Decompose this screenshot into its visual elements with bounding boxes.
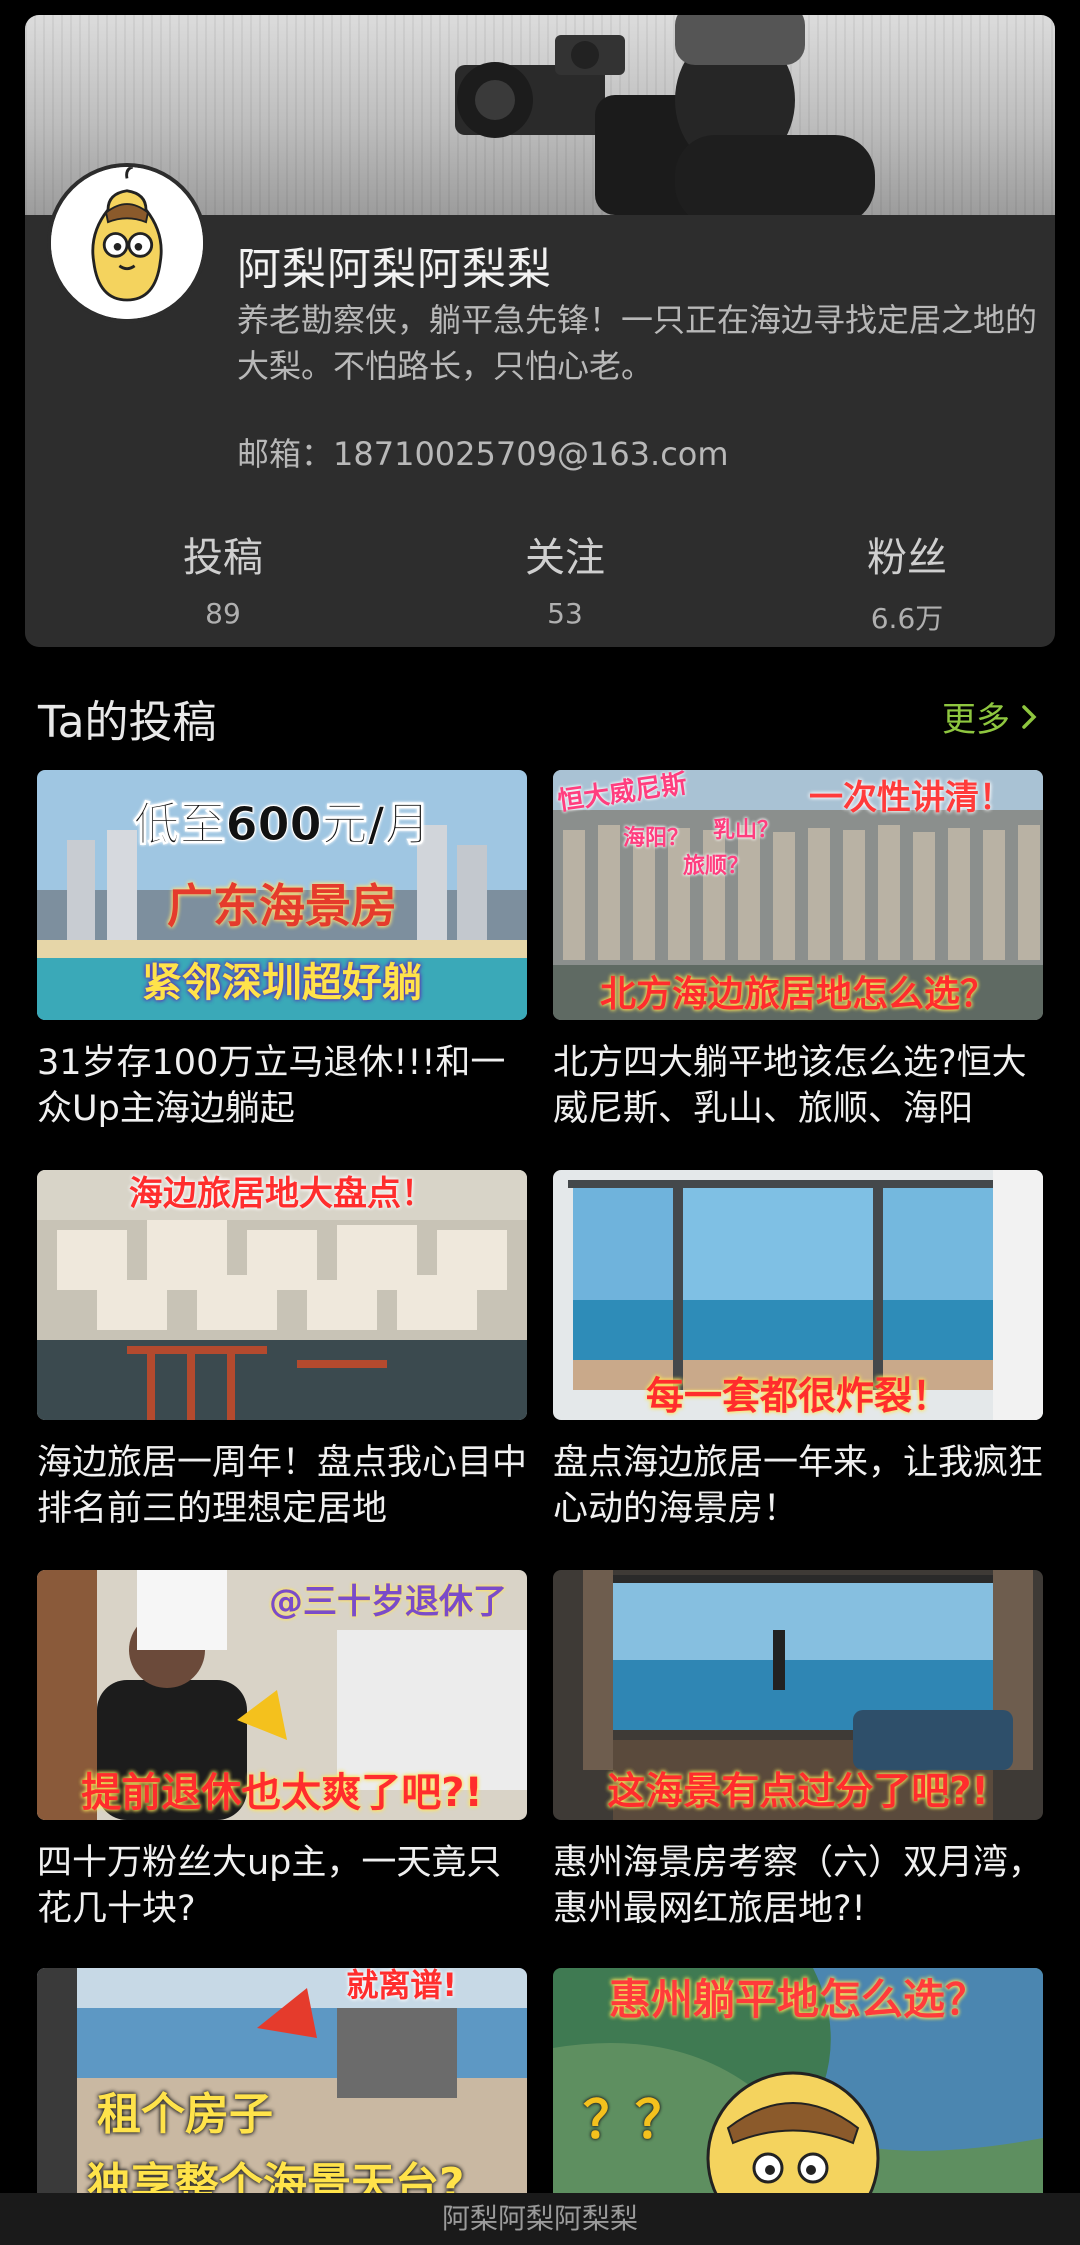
thumbnail-caption: 这海景有点过分了吧?! (607, 1769, 989, 1813)
thumbnail-caption: 海边旅居地大盘点！ (129, 1174, 435, 1214)
video-title: 北方四大躺平地该怎么选?恒大威尼斯、乳山、旅顺、海阳 (553, 1043, 1027, 1129)
bottom-bar: 阿梨阿梨阿梨梨 (0, 2193, 1080, 2245)
video-card[interactable]: 惠州躺平地怎么选？ ？？ (553, 1968, 1043, 2218)
video-card[interactable]: 恒大威尼斯 一次性讲清！ 乳山？ 海阳？ 旅顺？ 北方海边旅居地怎么选？ 北方四… (553, 770, 1043, 1132)
thumbnail-caption: 提前退休也太爽了吧?! (81, 1770, 483, 1816)
thumbnail-caption: @三十岁退休了 (269, 1582, 507, 1622)
stat-value: 89 (205, 597, 241, 630)
profile-bio: 养老勘察侠，躺平急先锋！一只正在海边寻找定居之地的大梨。不怕路长，只怕心老。 (237, 301, 1038, 385)
thumbnail-caption: 紧邻深圳超好躺 (142, 960, 422, 1006)
more-link[interactable]: 更多 (942, 692, 1040, 741)
profile-email: 邮箱：18710025709@163.com (237, 435, 729, 473)
thumbnail-caption: 乳山？ (713, 818, 780, 843)
video-thumbnail[interactable]: 恒大威尼斯 一次性讲清！ 乳山？ 海阳？ 旅顺？ 北方海边旅居地怎么选？ (553, 770, 1043, 1020)
stat-value: 6.6万 (870, 602, 944, 635)
profile-card: 阿梨阿梨阿梨梨 养老勘察侠，躺平急先锋！一只正在海边寻找定居之地的大梨。不怕路长… (25, 15, 1055, 647)
thumbnail-caption: 惠州躺平地怎么选？ (608, 1975, 987, 2024)
thumbnail-caption: 一次性讲清！ (809, 778, 1013, 818)
video-card[interactable]: 这海景有点过分了吧?! 惠州海景房考察（六）双月湾，惠州最网红旅居地?! (553, 1570, 1043, 1932)
thumbnail-caption: 租个房子 (97, 2089, 273, 2140)
video-title: 四十万粉丝大up主，一天竟只花几十块? (37, 1843, 502, 1929)
thumbnail-caption: 低至600元/月 (133, 797, 431, 852)
stat-posts[interactable]: 投稿 89 (73, 525, 373, 630)
stat-followers[interactable]: 粉丝 6.6万 (757, 525, 1055, 637)
video-card[interactable]: 海边旅居地大盘点！ 海边旅居一周年！盘点我心目中排名前三的理想定居地 (37, 1170, 527, 1532)
thumbnail-caption: 每一套都很炸裂！ (645, 1374, 950, 1418)
video-title: 惠州海景房考察（六）双月湾，惠州最网红旅居地?! (553, 1843, 1043, 1929)
stat-value: 53 (547, 597, 583, 630)
section-title: Ta的投稿 (38, 697, 217, 748)
profile-stats: 投稿 89 关注 53 粉丝 6.6万 (25, 525, 1055, 635)
avatar[interactable] (47, 163, 207, 323)
stat-label: 粉丝 (867, 535, 947, 581)
camera-operator-image (455, 15, 875, 215)
thumbnail-caption: 北方海边旅居地怎么选？ (599, 974, 996, 1015)
video-title: 盘点海边旅居一年来，让我疯狂心动的海景房！ (553, 1443, 1043, 1529)
more-label: 更多 (942, 700, 1010, 740)
video-card[interactable]: 低至600元/月 广东海景房 紧邻深圳超好躺 31岁存100万立马退休!!!和一… (37, 770, 527, 1132)
pear-mascot-icon (51, 167, 203, 319)
stat-following[interactable]: 关注 53 (415, 525, 715, 630)
chevron-right-icon (1022, 704, 1037, 729)
thumbnail-caption: 广东海景房 (167, 879, 397, 933)
stat-label: 投稿 (183, 535, 263, 581)
thumbnail-caption: ？？ (583, 2091, 688, 2151)
video-thumbnail[interactable]: 惠州躺平地怎么选？ ？？ (553, 1968, 1043, 2218)
video-card[interactable]: @三十岁退休了 提前退休也太爽了吧?! 四十万粉丝大up主，一天竟只花几十块? (37, 1570, 527, 1932)
video-card[interactable]: 就离谱! 租个房子 独享整个海景天台? (37, 1968, 527, 2218)
video-card[interactable]: 每一套都很炸裂！ 盘点海边旅居一年来，让我疯狂心动的海景房！ (553, 1170, 1043, 1532)
video-thumbnail[interactable]: 这海景有点过分了吧?! (553, 1570, 1043, 1820)
video-thumbnail[interactable]: @三十岁退休了 提前退休也太爽了吧?! (37, 1570, 527, 1820)
video-thumbnail[interactable]: 就离谱! 租个房子 独享整个海景天台? (37, 1968, 527, 2218)
thumbnail-caption: 海阳？ (623, 826, 690, 851)
video-title: 海边旅居一周年！盘点我心目中排名前三的理想定居地 (37, 1443, 527, 1529)
thumbnail-caption: 就离谱! (346, 1968, 457, 2004)
video-thumbnail[interactable]: 每一套都很炸裂！ (553, 1170, 1043, 1420)
video-thumbnail[interactable]: 海边旅居地大盘点！ (37, 1170, 527, 1420)
video-thumbnail[interactable]: 低至600元/月 广东海景房 紧邻深圳超好躺 (37, 770, 527, 1020)
stat-label: 关注 (525, 535, 605, 581)
video-title: 31岁存100万立马退休!!!和一众Up主海边躺起 (37, 1043, 506, 1129)
thumbnail-caption: 旅顺？ (683, 854, 750, 879)
profile-name: 阿梨阿梨阿梨梨 (237, 244, 552, 295)
